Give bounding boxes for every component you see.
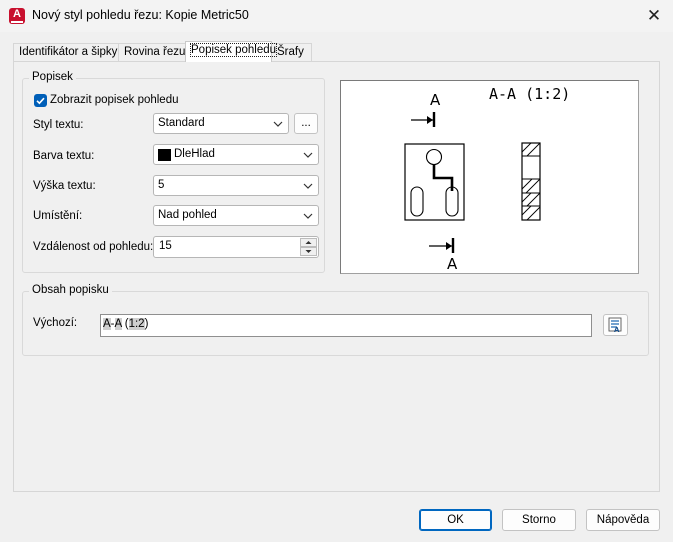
text-style-dropdown[interactable]: Standard <box>153 113 289 134</box>
show-label-checkbox[interactable] <box>34 94 47 107</box>
help-button[interactable]: Nápověda <box>586 509 660 531</box>
spin-down-button[interactable] <box>300 247 317 256</box>
field-token: 1:2 <box>128 318 145 330</box>
title-bar: A Nový styl pohledu řezu: Kopie Metric50… <box>0 0 673 32</box>
field-editor-icon: A <box>608 317 622 334</box>
preview-view-label: A-A (1:2) <box>489 85 570 103</box>
text-height-label: Výška textu: <box>33 180 96 192</box>
section-view-preview-drawing: A-A (1:2) A A <box>404 85 570 273</box>
label-content-text: A-A (1:2) <box>103 318 148 330</box>
text-height-value: 5 <box>158 179 165 191</box>
preview-marker-bottom-letter: A <box>447 255 458 273</box>
checkmark-icon <box>36 97 45 105</box>
text-color-value: DleHlad <box>174 148 215 160</box>
window-title: Nový styl pohledu řezu: Kopie Metric50 <box>32 8 249 22</box>
text-color-label: Barva textu: <box>33 150 95 162</box>
tab-identifikator-a-sipky[interactable]: Identifikátor a šipky <box>13 43 119 62</box>
tab-label: Rovina řezu <box>124 46 186 58</box>
arrow-up-icon <box>305 241 312 244</box>
group-title-popisek: Popisek <box>29 71 76 83</box>
placement-dropdown[interactable]: Nad pohled <box>153 205 319 226</box>
default-label: Výchozí: <box>33 317 78 329</box>
ok-button[interactable]: OK <box>419 509 492 531</box>
text-color-dropdown[interactable]: DleHlad <box>153 144 319 165</box>
literal-text: ) <box>144 318 149 330</box>
autocad-app-icon: A <box>9 8 25 24</box>
tab-popisek-pohledu[interactable]: Popisek pohledu <box>185 41 278 62</box>
group-title-obsah-popisku: Obsah popisku <box>29 284 112 296</box>
text-height-combobox[interactable]: 5 <box>153 175 319 196</box>
tab-label: Identifikátor a šipky <box>19 46 118 58</box>
arrow-down-icon <box>305 250 312 253</box>
literal-text: - <box>110 318 115 330</box>
field-token: A <box>114 318 122 330</box>
preview-marker-top-letter: A <box>430 91 441 109</box>
tab-label: Popisek pohledu <box>189 43 278 57</box>
label-preview: A-A (1:2) A A <box>340 80 639 274</box>
placement-value: Nad pohled <box>158 209 217 221</box>
label-content-field[interactable]: A-A (1:2) <box>100 314 592 337</box>
tab-rovina-rezu[interactable]: Rovina řezu <box>118 43 186 62</box>
text-style-label: Styl textu: <box>33 119 84 131</box>
color-swatch <box>158 149 171 161</box>
distance-value: 15 <box>159 240 172 252</box>
distance-label: Vzdálenost od pohledu: <box>33 241 154 253</box>
chevron-down-icon <box>303 152 313 158</box>
tab-srafy[interactable]: Šrafy <box>271 43 312 62</box>
chevron-down-icon <box>303 213 313 219</box>
chevron-down-icon <box>273 121 283 127</box>
cancel-button[interactable]: Storno <box>502 509 576 531</box>
close-icon[interactable]: ✕ <box>643 5 665 27</box>
distance-spinbox[interactable]: 15 <box>153 236 319 258</box>
field-token: A <box>103 318 111 330</box>
show-label-text: Zobrazit popisek pohledu <box>50 94 179 106</box>
literal-text: ( <box>121 318 129 330</box>
text-style-browse-button[interactable]: ... <box>294 113 318 134</box>
placement-label: Umístění: <box>33 210 83 222</box>
spin-up-button[interactable] <box>300 238 317 247</box>
text-style-value: Standard <box>158 117 205 129</box>
svg-text:A: A <box>614 326 620 334</box>
field-editor-button[interactable]: A <box>603 314 628 336</box>
tab-label: Šrafy <box>277 46 304 58</box>
chevron-down-icon <box>303 183 313 189</box>
